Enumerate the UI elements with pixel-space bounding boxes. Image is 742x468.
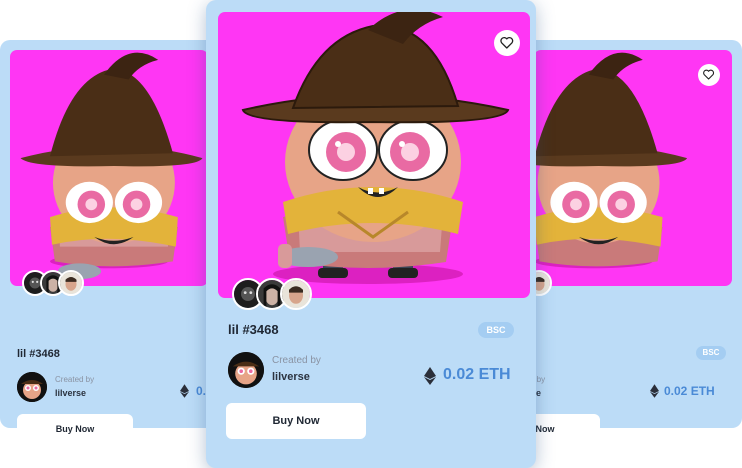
heart-icon [500, 37, 514, 49]
nft-artwork[interactable] [10, 50, 208, 286]
owner-avatar[interactable] [58, 270, 84, 296]
creator-name[interactable]: lilverse [272, 371, 310, 383]
nft-card-featured[interactable]: lil #3468 BSC Created by lilverse 0.02 E… [206, 0, 536, 468]
nft-card-right[interactable]: BSC Created by lilverse 0.02 ETH Buy Now [506, 40, 742, 444]
creator-avatar[interactable] [228, 352, 264, 388]
owner-avatars [232, 278, 312, 310]
nft-artwork[interactable] [218, 12, 530, 298]
nft-price: 0.02 ETH [664, 384, 715, 398]
nft-carousel: lil #3468 Created by lilverse 0.02 ETH B… [0, 0, 742, 468]
favorite-button[interactable] [698, 64, 720, 86]
heart-icon [703, 70, 715, 80]
buy-now-button[interactable]: Buy Now [17, 414, 133, 444]
creator-name[interactable]: lilverse [55, 388, 86, 398]
nft-price: 0.02 ETH [443, 366, 511, 383]
nft-title[interactable]: lil #3468 [17, 348, 60, 360]
nft-title[interactable]: lil #3468 [228, 322, 279, 337]
nft-card-left[interactable]: lil #3468 Created by lilverse 0.02 ETH B… [0, 40, 247, 444]
ethereum-icon [650, 384, 659, 398]
created-by-label: Created by [55, 375, 95, 384]
chain-badge: BSC [478, 322, 514, 338]
chain-badge: BSC [696, 346, 726, 360]
ethereum-icon [180, 384, 189, 398]
artwork-character [241, 12, 510, 284]
favorite-button[interactable] [494, 30, 520, 56]
artwork-character [20, 52, 203, 280]
created-by-label: Created by [272, 355, 321, 366]
owner-avatars [22, 270, 84, 296]
ethereum-icon [424, 367, 436, 385]
artwork-character [534, 52, 688, 269]
nft-artwork[interactable] [534, 50, 732, 286]
owner-avatar[interactable] [280, 278, 312, 310]
buy-now-button[interactable]: Buy Now [226, 403, 366, 439]
creator-avatar[interactable] [17, 372, 47, 402]
